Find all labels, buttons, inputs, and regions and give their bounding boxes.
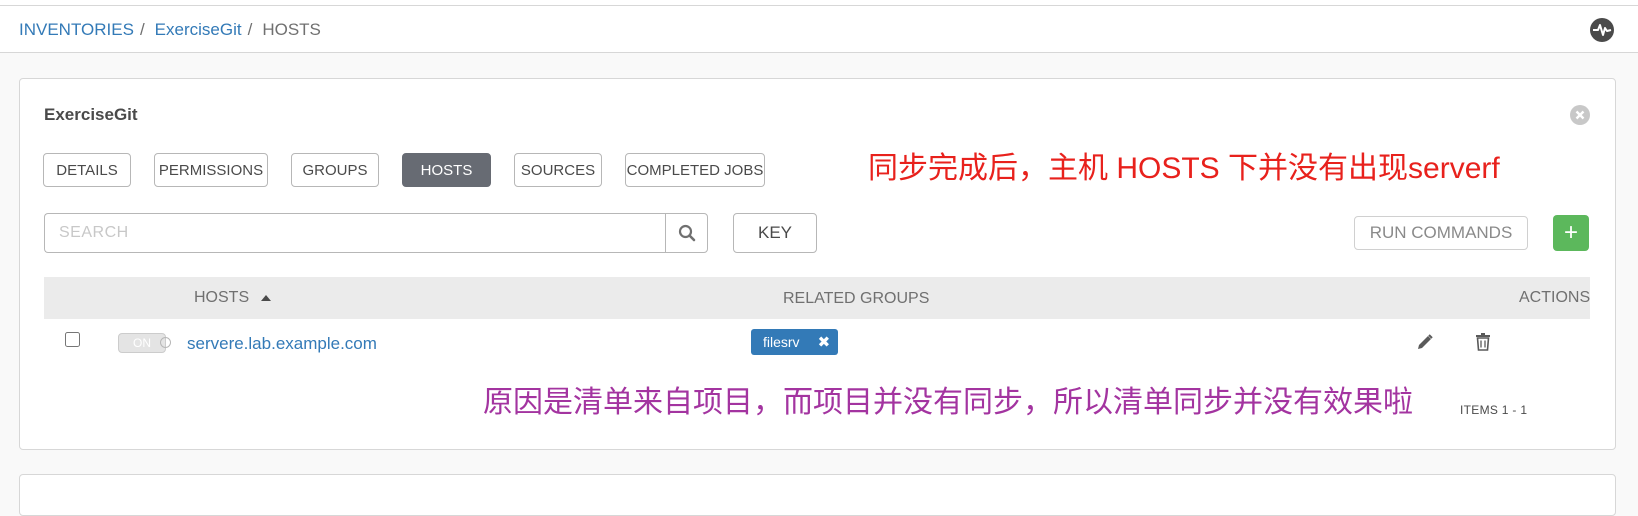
tab-hosts[interactable]: HOSTS xyxy=(402,153,491,187)
key-button[interactable]: KEY xyxy=(733,213,817,253)
annotation-bottom: 原因是清单来自项目，而项目并没有同步，所以清单同步并没有效果啦 xyxy=(483,386,1413,419)
panel-title: ExerciseGit xyxy=(44,105,138,124)
trash-icon[interactable] xyxy=(1475,333,1491,351)
next-panel xyxy=(19,474,1616,516)
host-name-link[interactable]: servere.lab.example.com xyxy=(187,334,377,354)
column-hosts-label: HOSTS xyxy=(194,289,250,306)
table-row: ON servere.lab.example.com filesrv ✖ xyxy=(44,319,1590,371)
search-icon xyxy=(678,224,695,242)
column-hosts[interactable]: HOSTS xyxy=(194,289,272,307)
host-enabled-toggle[interactable]: ON xyxy=(118,333,166,353)
breadcrumb-bar: INVENTORIES / ExerciseGit / HOSTS xyxy=(0,6,1638,53)
activity-stream-icon[interactable] xyxy=(1590,18,1614,42)
breadcrumb-separator: / xyxy=(247,20,253,39)
breadcrumb: INVENTORIES / ExerciseGit / HOSTS xyxy=(19,20,321,40)
items-count: ITEMS 1 - 1 xyxy=(1460,403,1528,417)
host-status-icon xyxy=(160,337,171,348)
breadcrumb-inventories[interactable]: INVENTORIES xyxy=(19,20,134,40)
breadcrumb-hosts: HOSTS xyxy=(262,20,321,39)
search-input[interactable] xyxy=(44,213,665,253)
close-icon[interactable] xyxy=(1570,105,1590,125)
tab-sources[interactable]: SOURCES xyxy=(514,153,602,187)
row-select-checkbox[interactable] xyxy=(65,332,80,347)
add-host-button[interactable]: + xyxy=(1553,215,1589,251)
hosts-table-header: HOSTS RELATED GROUPS ACTIONS xyxy=(44,277,1590,319)
tab-completed-jobs[interactable]: COMPLETED JOBS xyxy=(625,153,765,187)
pencil-icon[interactable] xyxy=(1416,333,1434,351)
breadcrumb-exercisegit[interactable]: ExerciseGit xyxy=(155,20,242,40)
group-tag: filesrv ✖ xyxy=(751,329,839,355)
remove-group-icon[interactable]: ✖ xyxy=(818,333,831,351)
column-actions: ACTIONS xyxy=(1519,289,1591,306)
sort-ascending-icon[interactable] xyxy=(261,295,272,301)
inventory-panel: ExerciseGit DETAILS PERMISSIONS GROUPS H… xyxy=(19,78,1616,450)
annotation-top: 同步完成后，主机 HOSTS 下并没有出现serverf xyxy=(868,152,1500,185)
tab-permissions[interactable]: PERMISSIONS xyxy=(154,153,268,187)
run-commands-button[interactable]: RUN COMMANDS xyxy=(1354,216,1528,250)
column-related-groups: RELATED GROUPS xyxy=(783,290,930,307)
tab-groups[interactable]: GROUPS xyxy=(291,153,379,187)
group-tag-label[interactable]: filesrv xyxy=(763,334,800,350)
tab-details[interactable]: DETAILS xyxy=(43,153,131,187)
breadcrumb-separator: / xyxy=(139,20,145,39)
search-button[interactable] xyxy=(665,213,708,253)
